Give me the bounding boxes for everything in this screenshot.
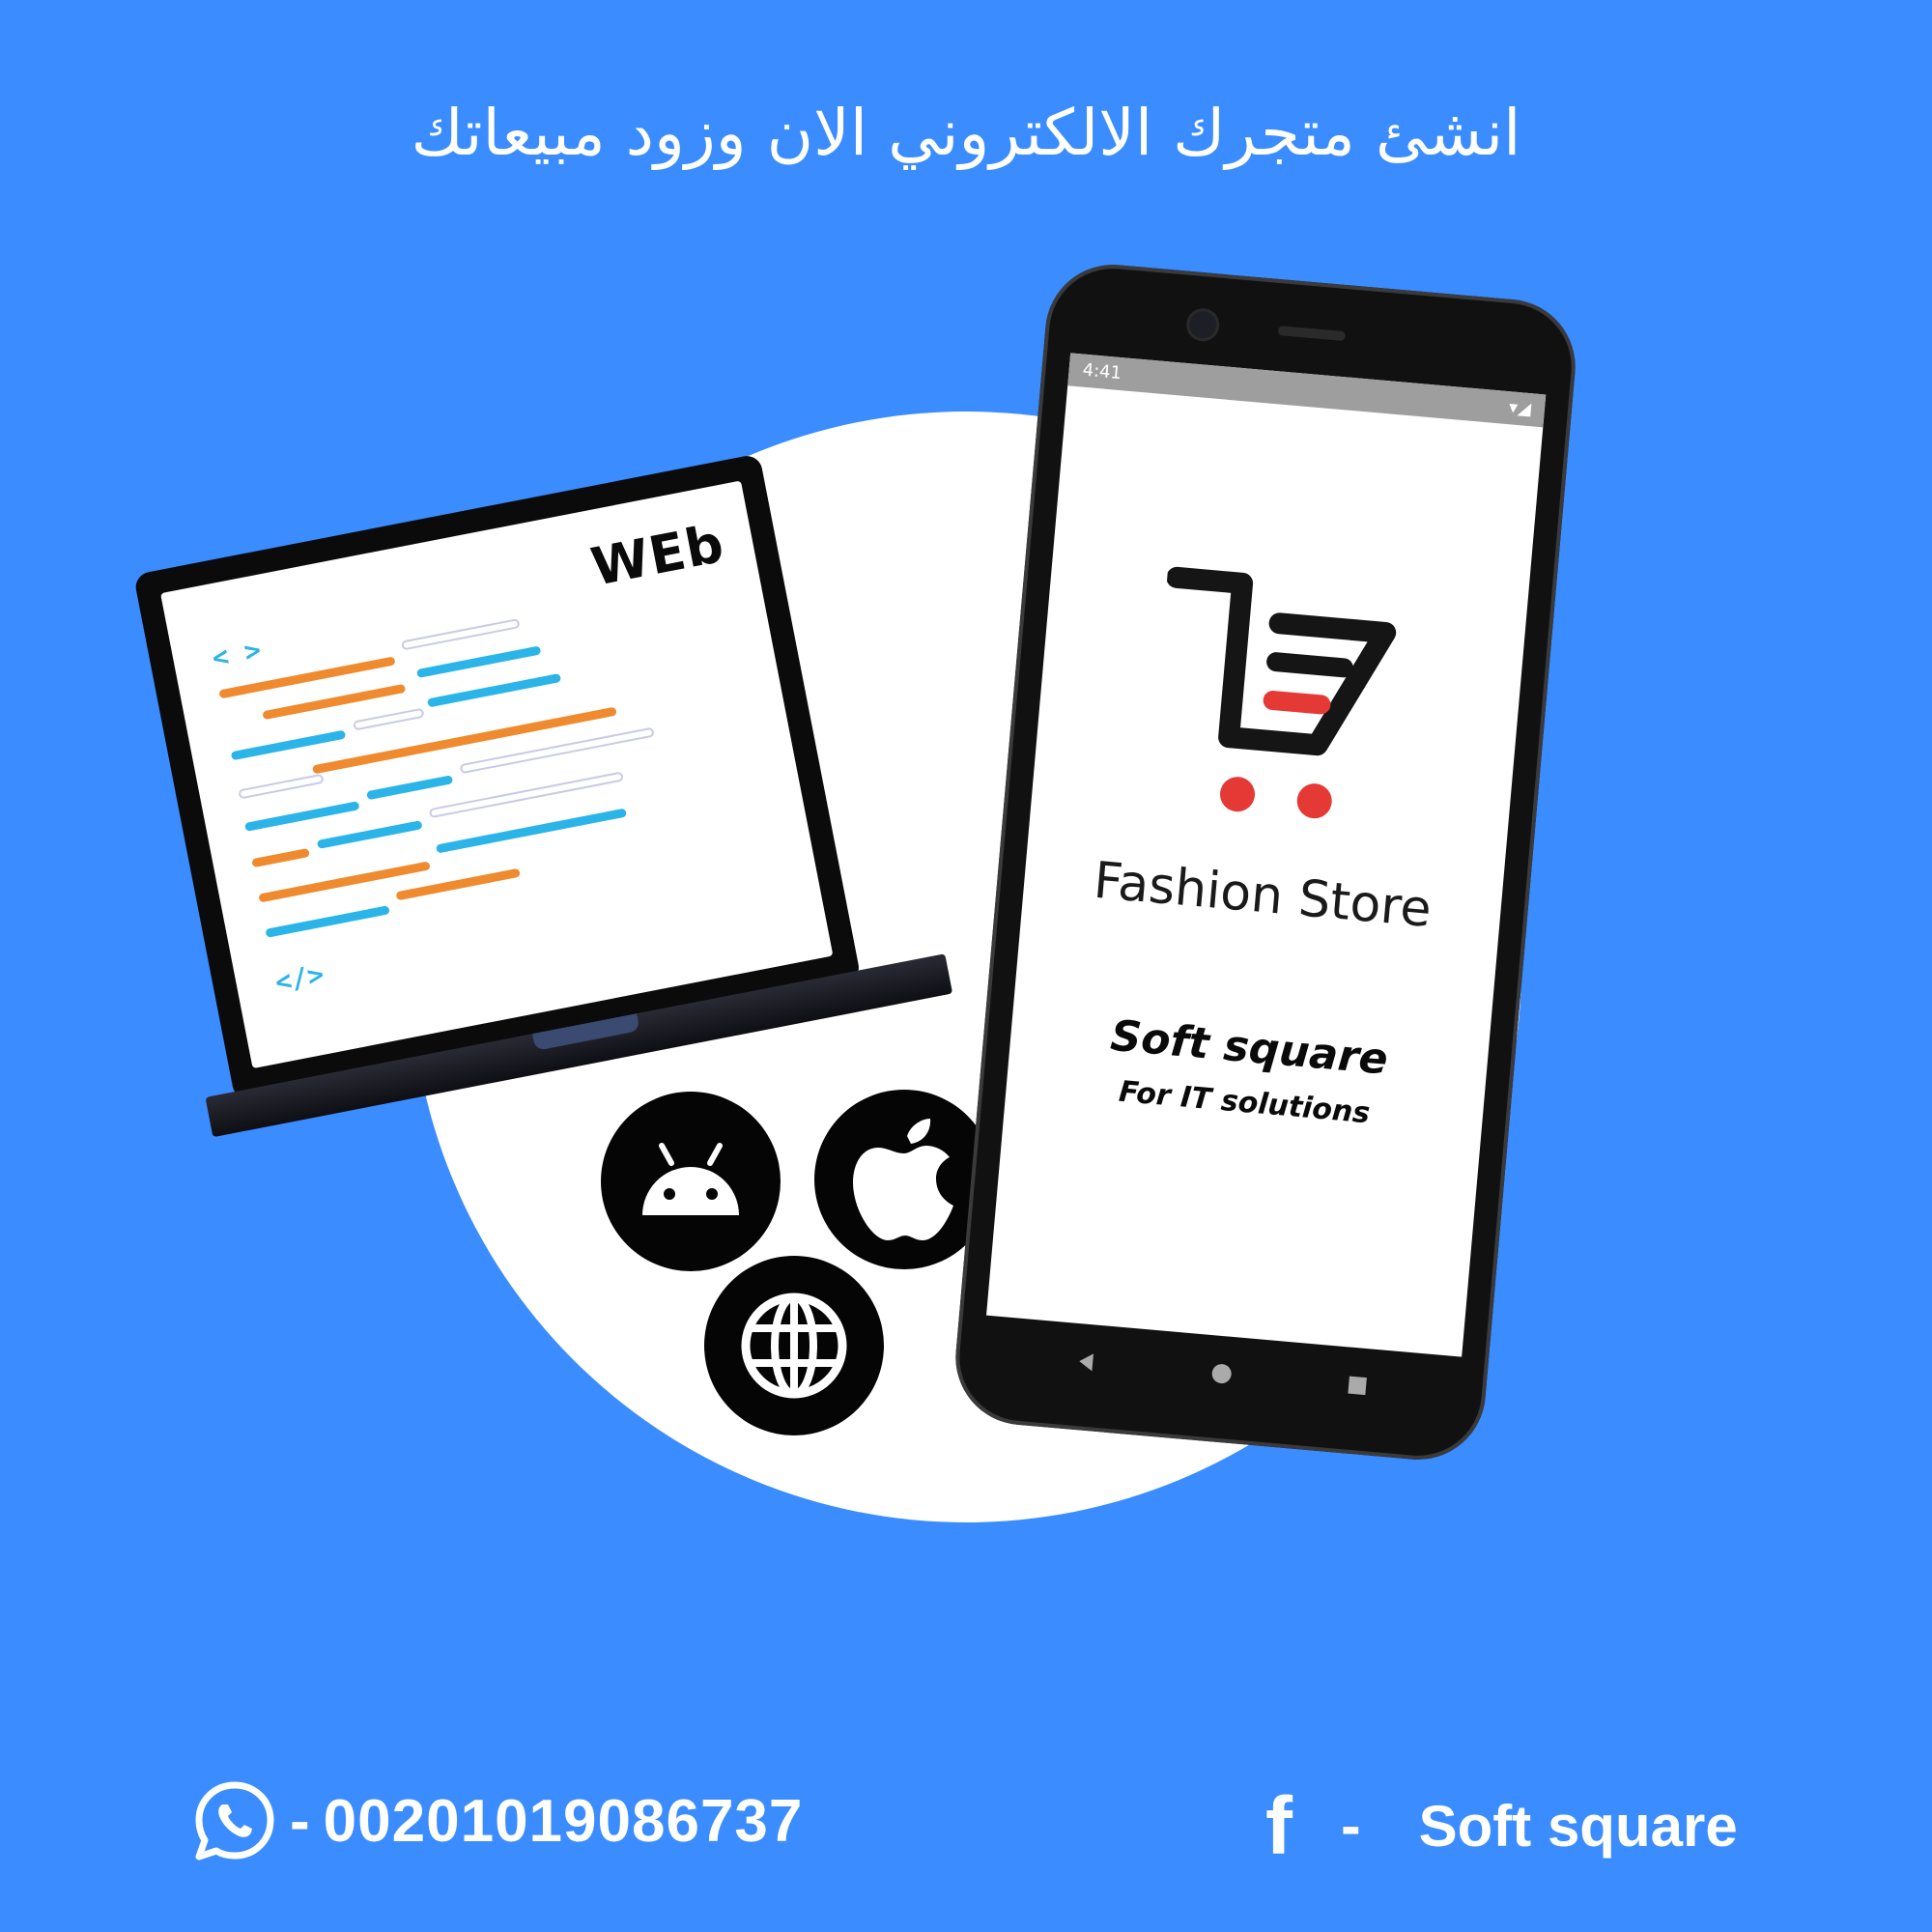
code-line xyxy=(395,867,521,901)
phone-illustration: 4:41 ▾◢ Fashion Store Soft square For IT… xyxy=(950,259,1581,1465)
back-icon xyxy=(1078,1352,1094,1372)
code-line xyxy=(230,729,347,761)
facebook-icon: f xyxy=(1265,1779,1293,1871)
laptop-screen: WEb < > </> xyxy=(160,480,834,1069)
whatsapp-separator: - xyxy=(290,1787,310,1855)
store-name: Fashion Store xyxy=(1091,851,1435,940)
phone-screen: 4:41 ▾◢ Fashion Store Soft square For IT… xyxy=(986,353,1547,1357)
android-icon xyxy=(601,1092,781,1271)
shopping-cart-icon xyxy=(1166,566,1397,819)
recent-apps-icon xyxy=(1348,1376,1367,1396)
ad-canvas: انشئ متجرك الالكتروني الان وزود مبيعاتك … xyxy=(0,0,1932,1932)
code-line xyxy=(401,618,521,651)
facebook-contact: f - Soft square xyxy=(1265,1780,1738,1871)
code-line xyxy=(244,801,360,832)
code-line xyxy=(316,820,423,849)
signal-icon: ▾◢ xyxy=(1508,397,1532,420)
code-line xyxy=(426,672,562,708)
apple-glyph xyxy=(853,1119,953,1240)
code-line xyxy=(415,645,542,679)
facebook-separator: - xyxy=(1340,1792,1361,1860)
globe-icon xyxy=(704,1256,884,1435)
whatsapp-number[interactable]: 00201019086737 xyxy=(324,1787,804,1856)
code-line xyxy=(251,847,310,868)
facebook-page-name[interactable]: Soft square xyxy=(1419,1793,1738,1860)
code-line xyxy=(435,808,628,854)
whatsapp-icon xyxy=(195,1781,274,1861)
code-line xyxy=(265,905,390,938)
status-time: 4:41 xyxy=(1081,359,1122,384)
code-line xyxy=(238,773,325,800)
laptop-web-label: WEb xyxy=(586,512,729,598)
camera-icon xyxy=(1188,310,1218,340)
code-open-tag: < > xyxy=(209,633,264,674)
headline: انشئ متجرك الالكتروني الان وزود مبيعاتك xyxy=(411,96,1521,170)
globe-glyph xyxy=(741,1293,847,1399)
code-close-tag: </> xyxy=(272,957,327,999)
code-line xyxy=(352,707,425,731)
whatsapp-contact: - 00201019086737 xyxy=(193,1777,803,1864)
home-icon xyxy=(1210,1363,1233,1384)
android-glyph xyxy=(642,1143,739,1215)
code-line xyxy=(366,775,454,801)
speaker-grille xyxy=(1277,326,1347,342)
code-line xyxy=(428,771,624,819)
